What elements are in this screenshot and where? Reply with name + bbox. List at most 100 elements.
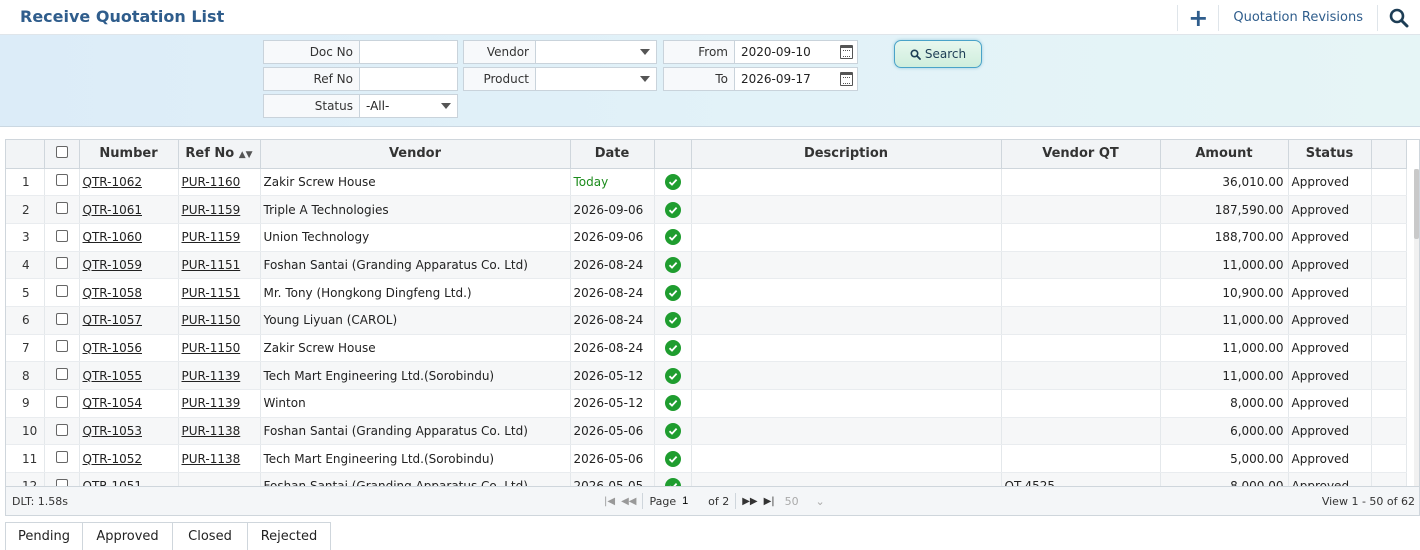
extra-cell <box>1371 444 1407 474</box>
number-header[interactable]: Number <box>79 140 179 169</box>
table-row[interactable]: 4 QTR-1059 PUR-1151 Foshan Santai (Granding… <box>6 251 1407 280</box>
row-select-cell <box>44 278 80 307</box>
quotation-number-link[interactable]: QTR-1054 <box>83 396 143 410</box>
last-page-icon[interactable]: ▶| <box>764 496 775 507</box>
table-row[interactable]: 11 QTR-1052 PUR-1138 Tech Mart Engineering … <box>6 444 1407 474</box>
quotation-number-link[interactable]: QTR-1062 <box>83 175 143 189</box>
table-row[interactable]: 9 QTR-1054 PUR-1139 Winton 2026-05-12 8,000.0… <box>6 389 1407 418</box>
row-checkbox[interactable] <box>55 340 68 353</box>
row-checkbox[interactable] <box>55 174 68 187</box>
quotation-number-link[interactable]: QTR-1058 <box>83 286 143 300</box>
vendor-qt-cell <box>1001 223 1161 252</box>
scrollbar-thumb[interactable] <box>1414 169 1419 239</box>
page-size-select[interactable]: 50 ⌄ <box>781 491 829 511</box>
table-row[interactable]: 12 QTR-1051 Foshan Santai (Granding Appara… <box>6 472 1407 486</box>
magnifier-icon <box>1389 8 1409 27</box>
row-index: 3 <box>6 223 45 252</box>
quotation-revisions-link[interactable]: Quotation Revisions <box>1219 10 1377 25</box>
table-row[interactable]: 1 QTR-1062 PUR-1160 Zakir Screw House Today 3… <box>6 168 1407 197</box>
table-row[interactable]: 7 QTR-1056 PUR-1150 Zakir Screw House 2026-0… <box>6 334 1407 363</box>
description-header[interactable]: Description <box>691 140 1002 169</box>
ref-no-input[interactable] <box>359 67 458 91</box>
ref-no-link[interactable]: PUR-1138 <box>182 424 241 438</box>
table-row[interactable]: 8 QTR-1055 PUR-1139 Tech Mart Engineering L… <box>6 361 1407 390</box>
from-date-input[interactable]: 2020-09-10 <box>734 40 858 64</box>
product-select[interactable] <box>535 67 657 91</box>
row-checkbox[interactable] <box>55 202 68 215</box>
add-quotation-button[interactable]: + <box>1178 0 1218 35</box>
doc-no-filter: Doc No <box>263 40 458 64</box>
table-row[interactable]: 10 QTR-1053 PUR-1138 Foshan Santai (Grandin… <box>6 417 1407 446</box>
table-row[interactable]: 3 QTR-1060 PUR-1159 Union Technology 2026-09… <box>6 223 1407 252</box>
ref-no-link[interactable]: PUR-1150 <box>182 341 241 355</box>
ref-no-link[interactable]: PUR-1160 <box>182 175 241 189</box>
ref-no-cell: PUR-1138 <box>178 444 261 474</box>
vendor-select[interactable] <box>535 40 657 64</box>
quotation-number-link[interactable]: QTR-1055 <box>83 369 143 383</box>
row-checkbox[interactable] <box>55 368 68 381</box>
amount-header[interactable]: Amount <box>1160 140 1289 169</box>
quotation-number-link[interactable]: QTR-1051 <box>83 479 143 486</box>
table-row[interactable]: 2 QTR-1061 PUR-1159 Triple A Technologies 20… <box>6 195 1407 224</box>
tab-closed[interactable]: Closed <box>173 523 248 550</box>
vendor-cell: Young Liyuan (CAROL) <box>260 306 571 335</box>
search-toggle-button[interactable] <box>1378 0 1420 35</box>
extra-cell <box>1371 168 1407 197</box>
table-row[interactable]: 6 QTR-1057 PUR-1150 Young Liyuan (CAROL) 202… <box>6 306 1407 335</box>
table-row[interactable]: 5 QTR-1058 PUR-1151 Mr. Tony (Hongkong Ding… <box>6 278 1407 307</box>
tab-rejected[interactable]: Rejected <box>248 523 331 550</box>
ref-no-link[interactable]: PUR-1159 <box>182 203 241 217</box>
search-button[interactable]: Search <box>894 40 982 68</box>
quotation-number-link[interactable]: QTR-1061 <box>83 203 143 217</box>
vertical-scrollbar[interactable] <box>1414 169 1419 486</box>
ref-no-link[interactable]: PUR-1139 <box>182 369 241 383</box>
select-all-checkbox[interactable] <box>55 145 68 158</box>
calendar-icon[interactable] <box>840 45 853 59</box>
to-date-input[interactable]: 2026-09-17 <box>734 67 858 91</box>
next-page-icon[interactable]: ▶▶ <box>742 496 757 507</box>
row-checkbox[interactable] <box>55 312 68 325</box>
tab-approved[interactable]: Approved <box>83 523 173 550</box>
ref-no-link[interactable]: PUR-1159 <box>182 230 241 244</box>
row-checkbox[interactable] <box>55 257 68 270</box>
quotation-number-link[interactable]: QTR-1060 <box>83 230 143 244</box>
vendor-cell: Mr. Tony (Hongkong Dingfeng Ltd.) <box>260 278 571 307</box>
quotation-number-link[interactable]: QTR-1057 <box>83 313 143 327</box>
row-checkbox[interactable] <box>55 395 68 408</box>
quotation-number-link[interactable]: QTR-1059 <box>83 258 143 272</box>
row-checkbox[interactable] <box>55 451 68 464</box>
description-cell <box>691 444 1002 474</box>
ref-no-link[interactable]: PUR-1151 <box>182 286 241 300</box>
row-checkbox[interactable] <box>55 229 68 242</box>
calendar-icon[interactable] <box>840 72 853 86</box>
check-circle-icon <box>664 312 681 329</box>
ref-no-link[interactable]: PUR-1138 <box>182 452 241 466</box>
date-cell: 2026-08-24 <box>570 334 655 363</box>
vendor-header[interactable]: Vendor <box>260 140 571 169</box>
tab-pending[interactable]: Pending <box>5 523 83 550</box>
quotation-number-link[interactable]: QTR-1056 <box>83 341 143 355</box>
date-header[interactable]: Date <box>570 140 655 169</box>
ref-no-link[interactable]: PUR-1139 <box>182 396 241 410</box>
row-checkbox[interactable] <box>55 423 68 436</box>
vendor-qt-header[interactable]: Vendor QT <box>1001 140 1161 169</box>
prev-page-icon[interactable]: ◀◀ <box>621 496 636 507</box>
row-checkbox[interactable] <box>55 285 68 298</box>
number-cell: QTR-1053 <box>79 417 179 446</box>
vendor-qt-cell <box>1001 444 1161 474</box>
approval-cell <box>654 195 692 224</box>
status-header[interactable]: Status <box>1288 140 1372 169</box>
doc-no-input[interactable] <box>359 40 458 64</box>
ref-no-link[interactable]: PUR-1150 <box>182 313 241 327</box>
row-index: 7 <box>6 334 45 363</box>
row-checkbox[interactable] <box>55 478 68 486</box>
ref-no-link[interactable]: PUR-1151 <box>182 258 241 272</box>
first-page-icon[interactable]: |◀ <box>604 496 615 507</box>
quotation-number-link[interactable]: QTR-1053 <box>83 424 143 438</box>
page-number-input[interactable] <box>682 491 703 511</box>
ref-no-header[interactable]: Ref No ▲▼ <box>178 140 261 169</box>
date-cell: 2026-09-06 <box>570 223 655 252</box>
description-cell <box>691 417 1002 446</box>
status-select[interactable]: -All- <box>359 94 458 118</box>
quotation-number-link[interactable]: QTR-1052 <box>83 452 143 466</box>
